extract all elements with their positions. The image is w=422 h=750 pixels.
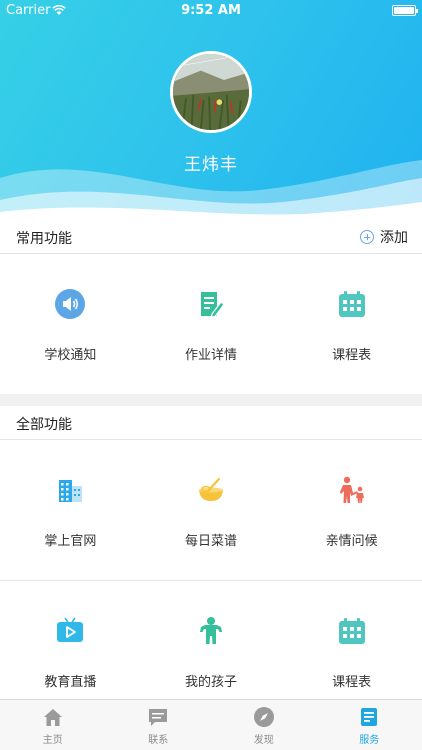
all-functions-header: 全部功能	[0, 406, 422, 440]
function-label: 亲情问候	[325, 534, 378, 549]
function-homework-details[interactable]: 作业详情	[141, 254, 282, 394]
compass-icon	[253, 706, 275, 728]
function-timetable-2[interactable]: 课程表	[281, 581, 422, 699]
function-label: 教育直播	[44, 675, 97, 690]
tab-discover[interactable]: 发现	[211, 700, 317, 750]
function-label: 作业详情	[184, 348, 237, 363]
message-icon	[147, 706, 169, 728]
cooking-bowl-icon	[195, 474, 227, 506]
add-function-button[interactable]: 添加	[360, 227, 408, 247]
tab-bar: 主页 联系 发现 服务	[0, 699, 422, 750]
tab-service[interactable]: 服务	[317, 700, 422, 750]
all-functions-row-1: 掌上官网 每日菜谱 亲情问候	[0, 440, 422, 580]
building-icon	[54, 474, 86, 506]
home-icon	[42, 706, 64, 728]
function-family-greeting[interactable]: 亲情问候	[281, 440, 422, 580]
function-timetable[interactable]: 课程表	[281, 254, 422, 394]
calendar-icon	[336, 288, 368, 320]
tab-label: 发现	[253, 735, 274, 746]
function-official-site[interactable]: 掌上官网	[0, 440, 141, 580]
function-my-child[interactable]: 我的孩子	[141, 581, 282, 699]
section-title: 常用功能	[16, 231, 72, 247]
all-functions-row-2: 教育直播 我的孩子 课程表	[0, 581, 422, 699]
calendar-icon	[336, 615, 368, 647]
plus-circle-icon	[360, 230, 374, 244]
section-title: 全部功能	[16, 417, 72, 433]
tab-label: 服务	[359, 735, 380, 746]
avatar-photo	[173, 54, 249, 130]
service-document-icon	[358, 706, 380, 728]
function-label: 课程表	[332, 348, 372, 363]
tab-label: 联系	[148, 735, 169, 746]
speaker-icon	[54, 288, 86, 320]
function-label: 掌上官网	[44, 534, 97, 549]
child-icon	[195, 615, 227, 647]
tab-contact[interactable]: 联系	[106, 700, 212, 750]
battery-icon	[392, 5, 418, 16]
function-label: 我的孩子	[184, 675, 237, 690]
function-daily-menu[interactable]: 每日菜谱	[141, 440, 282, 580]
function-label: 学校通知	[44, 348, 97, 363]
function-label: 课程表	[332, 675, 372, 690]
homework-edit-icon	[195, 288, 227, 320]
add-button-label: 添加	[380, 230, 408, 246]
function-label: 每日菜谱	[184, 534, 237, 549]
profile-header: Carrier 9:52 AM 王炜丰	[0, 0, 422, 222]
clock: 9:52 AM	[181, 3, 241, 18]
avatar[interactable]	[170, 51, 252, 133]
tab-home[interactable]: 主页	[0, 700, 106, 750]
tv-play-icon	[54, 615, 86, 647]
common-functions-header: 常用功能 添加	[0, 220, 422, 254]
function-education-live[interactable]: 教育直播	[0, 581, 141, 699]
user-name: 王炜丰	[184, 155, 238, 175]
common-functions-grid: 学校通知 作业详情 课程表	[0, 254, 422, 394]
tab-label: 主页	[42, 735, 63, 746]
function-school-notice[interactable]: 学校通知	[0, 254, 141, 394]
parent-child-icon	[336, 474, 368, 506]
status-bar: Carrier 9:52 AM	[0, 0, 422, 22]
